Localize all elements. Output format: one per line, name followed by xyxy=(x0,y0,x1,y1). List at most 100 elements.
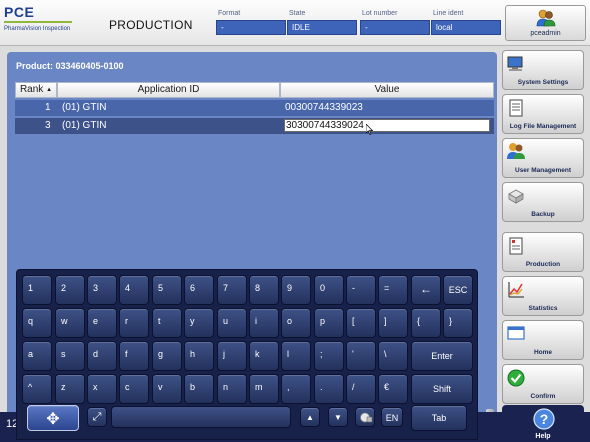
key-h[interactable]: h xyxy=(184,341,214,371)
key-u[interactable]: u xyxy=(217,308,247,338)
users-icon xyxy=(506,142,526,162)
key-f[interactable]: f xyxy=(119,341,149,371)
log-file-icon xyxy=(506,98,526,118)
key-euro[interactable]: € xyxy=(378,374,408,404)
key-right-brace[interactable]: } xyxy=(443,308,473,338)
key-1[interactable]: 1 xyxy=(22,275,52,305)
state-field: State IDLE xyxy=(287,8,357,38)
escape-key[interactable]: ESC xyxy=(443,275,473,305)
key-2[interactable]: 2 xyxy=(55,275,85,305)
sidebar-statistics[interactable]: Statistics xyxy=(502,276,584,316)
table-row[interactable]: 1 (01) GTIN 00300744339023 xyxy=(15,100,494,116)
sidebar-log-file-management[interactable]: Log File Management xyxy=(502,94,584,134)
brand-name: PCE xyxy=(4,4,35,20)
format-label: Format xyxy=(218,10,241,17)
key-8[interactable]: 8 xyxy=(249,275,279,305)
column-header-application-id[interactable]: Application ID xyxy=(57,82,280,98)
key-6[interactable]: 6 xyxy=(184,275,214,305)
column-header-rank[interactable]: Rank ▲ xyxy=(15,82,57,98)
key-3[interactable]: 3 xyxy=(87,275,117,305)
key-q[interactable]: q xyxy=(22,308,52,338)
table-row-selected[interactable]: 3 (01) GTIN 30300744339024 xyxy=(15,118,494,134)
language-key[interactable]: EN xyxy=(381,407,403,427)
line-ident-label: Line ident xyxy=(433,10,464,17)
key-s[interactable]: s xyxy=(55,341,85,371)
arrow-down-icon: ▼ xyxy=(334,413,342,422)
key-5[interactable]: 5 xyxy=(152,275,182,305)
key-minus[interactable]: - xyxy=(346,275,376,305)
on-screen-keyboard: 1 2 3 4 5 6 7 8 9 0 - = ← ESC q w e r t … xyxy=(16,269,478,440)
computer-icon xyxy=(506,54,526,74)
tab-key[interactable]: Tab xyxy=(411,405,467,431)
key-l[interactable]: l xyxy=(281,341,311,371)
key-backslash[interactable]: \ xyxy=(378,341,408,371)
key-o[interactable]: o xyxy=(281,308,311,338)
resize-icon: ⤢ xyxy=(92,411,102,423)
key-4[interactable]: 4 xyxy=(119,275,149,305)
key-i[interactable]: i xyxy=(249,308,279,338)
key-d[interactable]: d xyxy=(87,341,117,371)
key-7[interactable]: 7 xyxy=(217,275,247,305)
key-left-bracket[interactable]: [ xyxy=(346,308,376,338)
key-down-arrow[interactable]: ▼ xyxy=(328,407,348,427)
key-0[interactable]: 0 xyxy=(314,275,344,305)
help-button[interactable]: ? Help xyxy=(502,405,584,442)
keyboard-settings-button[interactable] xyxy=(355,407,375,427)
key-semicolon[interactable]: ; xyxy=(314,341,344,371)
shift-key[interactable]: Shift xyxy=(411,374,473,404)
key-up-arrow[interactable]: ▲ xyxy=(300,407,320,427)
key-a[interactable]: a xyxy=(22,341,52,371)
sidebar-confirm[interactable]: Confirm xyxy=(502,364,584,404)
key-w[interactable]: w xyxy=(55,308,85,338)
key-t[interactable]: t xyxy=(152,308,182,338)
sidebar-system-settings[interactable]: System Settings xyxy=(502,50,584,90)
statistics-icon xyxy=(506,280,526,300)
value-edit-input[interactable]: 30300744339024 xyxy=(284,119,490,132)
sidebar-label: User Management xyxy=(515,167,571,174)
key-comma[interactable]: , xyxy=(281,374,311,404)
sidebar-user-management[interactable]: User Management xyxy=(502,138,584,178)
backspace-icon: ← xyxy=(420,282,432,296)
production-icon xyxy=(506,236,526,256)
user-name: pceadmin xyxy=(530,30,561,37)
key-v[interactable]: v xyxy=(152,374,182,404)
key-c[interactable]: c xyxy=(119,374,149,404)
brand-rule xyxy=(4,21,72,23)
line-ident-value: local xyxy=(431,20,501,35)
key-b[interactable]: b xyxy=(184,374,214,404)
state-label: State xyxy=(289,10,306,17)
backspace-key[interactable]: ← xyxy=(411,275,441,305)
sidebar-backup[interactable]: Backup xyxy=(502,182,584,222)
keyboard-move-button[interactable]: ✥ xyxy=(27,405,79,431)
key-j[interactable]: j xyxy=(217,341,247,371)
key-right-bracket[interactable]: ] xyxy=(378,308,408,338)
enter-key[interactable]: Enter xyxy=(411,341,473,371)
column-header-value[interactable]: Value xyxy=(280,82,494,98)
key-p[interactable]: p xyxy=(314,308,344,338)
key-slash[interactable]: / xyxy=(346,374,376,404)
key-e[interactable]: e xyxy=(87,308,117,338)
space-bar[interactable] xyxy=(111,406,291,428)
home-icon xyxy=(506,324,526,344)
key-k[interactable]: k xyxy=(249,341,279,371)
key-r[interactable]: r xyxy=(119,308,149,338)
sidebar-production[interactable]: Production xyxy=(502,232,584,272)
state-value: IDLE xyxy=(287,20,357,35)
key-9[interactable]: 9 xyxy=(281,275,311,305)
key-n[interactable]: n xyxy=(217,374,247,404)
sidebar-home[interactable]: Home xyxy=(502,320,584,360)
key-apostrophe[interactable]: ' xyxy=(346,341,376,371)
key-y[interactable]: y xyxy=(184,308,214,338)
key-period[interactable]: . xyxy=(314,374,344,404)
key-m[interactable]: m xyxy=(249,374,279,404)
key-g[interactable]: g xyxy=(152,341,182,371)
key-x[interactable]: x xyxy=(87,374,117,404)
key-z[interactable]: z xyxy=(55,374,85,404)
key-caret[interactable]: ^ xyxy=(22,374,52,404)
key-left-brace[interactable]: { xyxy=(411,308,441,338)
brand-tagline: PharmaVision Inspection xyxy=(4,26,71,32)
keyboard-resize-button[interactable]: ⤢ xyxy=(87,407,107,427)
key-equals[interactable]: = xyxy=(378,275,408,305)
rank-cell: 1 xyxy=(45,102,51,113)
user-button[interactable]: pceadmin xyxy=(505,5,586,41)
